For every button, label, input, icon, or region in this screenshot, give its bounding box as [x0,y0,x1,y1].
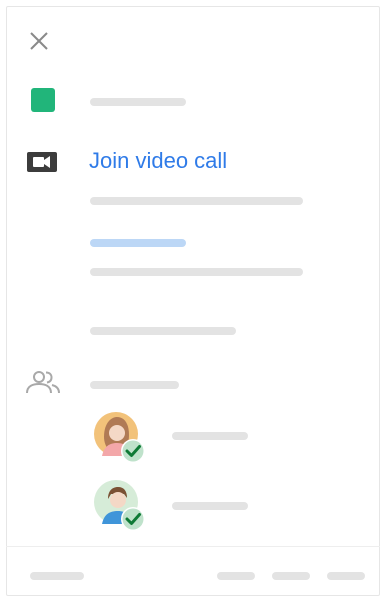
event-color-swatch [31,88,55,112]
rsvp-maybe-button[interactable] [327,572,365,580]
footer-divider [6,546,380,547]
rsvp-yes-button[interactable] [217,572,255,580]
meeting-link-placeholder[interactable] [90,239,186,247]
footer-rsvp-label-placeholder [30,572,84,580]
guest-count-placeholder [90,381,179,389]
guest-avatar-male[interactable] [94,480,146,532]
guest-name-placeholder [172,432,248,440]
guest-name-placeholder [172,502,248,510]
rsvp-no-button[interactable] [272,572,310,580]
page: Join video call [0,0,386,602]
video-camera-icon [26,151,58,173]
dial-in-placeholder [90,268,303,276]
join-video-call-link[interactable]: Join video call [89,147,227,175]
guest-avatar-female[interactable] [94,412,146,464]
close-icon[interactable] [28,30,50,52]
event-title-placeholder [90,98,186,106]
video-call-detail-placeholder [90,197,303,205]
more-options-placeholder [90,327,236,335]
people-icon [24,369,62,397]
